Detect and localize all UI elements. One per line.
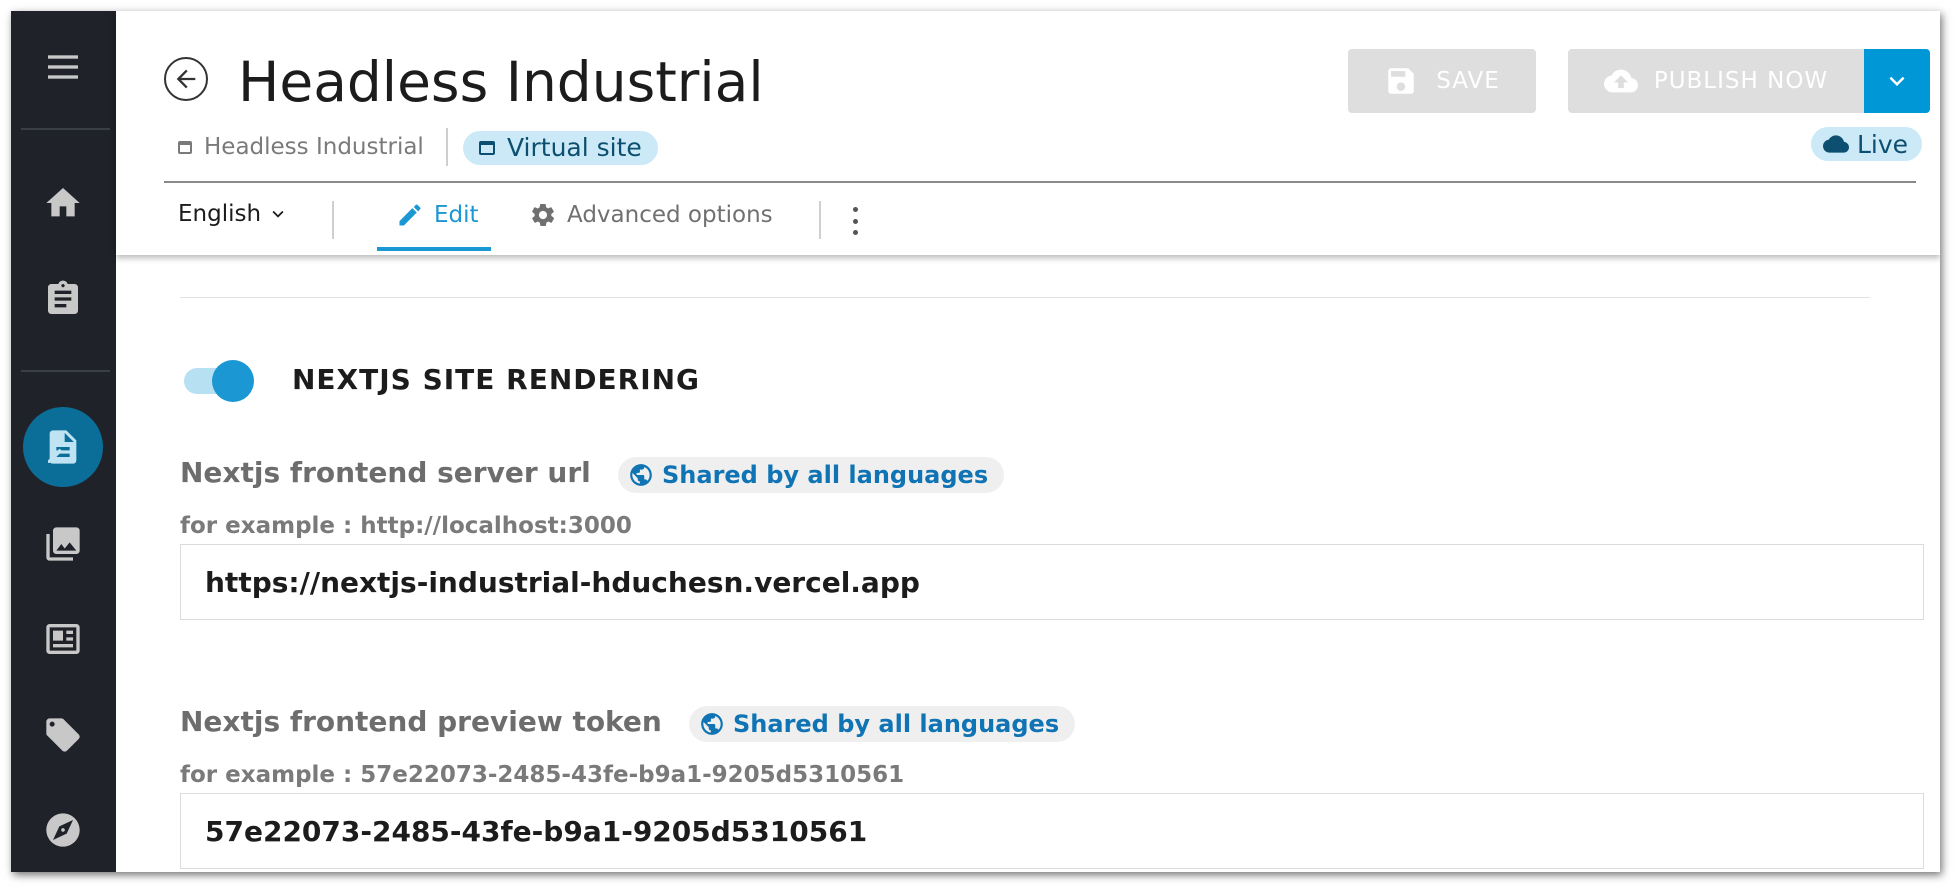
globe-icon [701, 713, 723, 735]
tag-icon[interactable] [23, 695, 103, 775]
cloud-icon [1823, 135, 1849, 153]
menu-icon[interactable] [23, 27, 103, 107]
editor-content: NEXTJS SITE RENDERING Nextjs frontend se… [116, 255, 1940, 872]
preview-token-hint: for example : 57e22073-2485-43fe-b9a1-92… [180, 762, 905, 788]
shared-languages-badge: Shared by all languages [618, 457, 1005, 493]
status-label: Live [1857, 129, 1909, 159]
server-url-input[interactable] [180, 544, 1924, 620]
save-label: SAVE [1436, 68, 1500, 94]
newspaper-icon[interactable] [23, 599, 103, 679]
more-options-icon[interactable] [843, 205, 867, 237]
shared-label: Shared by all languages [733, 710, 1060, 738]
window-icon [479, 141, 495, 155]
nextjs-rendering-toggle[interactable] [184, 357, 254, 403]
shared-label: Shared by all languages [662, 461, 989, 489]
header-divider [164, 181, 1916, 183]
preview-token-label: Nextjs frontend preview token [180, 705, 662, 738]
publish-now-button[interactable]: PUBLISH NOW [1568, 49, 1864, 113]
globe-icon [630, 464, 652, 486]
section-divider [180, 297, 1870, 298]
breadcrumb-site[interactable]: Headless Industrial [178, 131, 424, 163]
preview-token-input[interactable] [180, 793, 1924, 869]
images-icon[interactable] [23, 504, 103, 584]
language-label: English [178, 201, 262, 227]
pencil-icon [399, 204, 421, 226]
publish-options-dropdown[interactable] [1864, 49, 1930, 113]
status-badge: Live [1811, 127, 1923, 161]
publish-label: PUBLISH NOW [1653, 68, 1829, 94]
active-tab-indicator [377, 247, 491, 251]
app-window: Headless Industrial Headless Industrial … [11, 11, 1940, 872]
compass-icon[interactable] [23, 790, 103, 870]
tab-advanced-label: Advanced options [567, 202, 773, 228]
home-icon[interactable] [23, 163, 103, 243]
tab-edit[interactable]: Edit [396, 201, 479, 229]
breadcrumb-divider [446, 128, 448, 166]
toolbar-divider [819, 201, 821, 239]
tab-edit-label: Edit [434, 202, 479, 228]
server-url-label: Nextjs frontend server url [180, 456, 591, 489]
editor-header: Headless Industrial Headless Industrial … [116, 11, 1940, 255]
chevron-down-icon [272, 210, 284, 218]
chevron-down-icon [1889, 76, 1905, 86]
cloud-upload-icon [1603, 69, 1638, 93]
breadcrumb-virtual-site[interactable]: Virtual site [463, 131, 658, 165]
page-edit-icon[interactable] [23, 407, 103, 487]
language-selector[interactable]: English [178, 201, 289, 227]
shared-languages-badge: Shared by all languages [689, 706, 1076, 742]
window-icon [178, 140, 192, 154]
tab-advanced-options[interactable]: Advanced options [529, 201, 773, 229]
toggle-label: NEXTJS SITE RENDERING [292, 363, 701, 396]
rail-divider [21, 128, 110, 130]
rail-divider [21, 370, 110, 372]
save-button[interactable]: SAVE [1348, 49, 1536, 113]
floppy-disk-icon [1388, 68, 1414, 94]
clipboard-icon[interactable] [23, 259, 103, 339]
breadcrumb-virtual-label: Virtual site [507, 133, 642, 162]
breadcrumb-site-label: Headless Industrial [204, 134, 424, 160]
toolbar-divider [332, 201, 334, 239]
back-button[interactable] [164, 57, 208, 101]
server-url-hint: for example : http://localhost:3000 [180, 513, 632, 539]
page-title: Headless Industrial [238, 50, 764, 114]
gear-icon [532, 204, 555, 226]
left-nav-rail [11, 11, 116, 872]
arrow-left-icon [176, 69, 196, 89]
